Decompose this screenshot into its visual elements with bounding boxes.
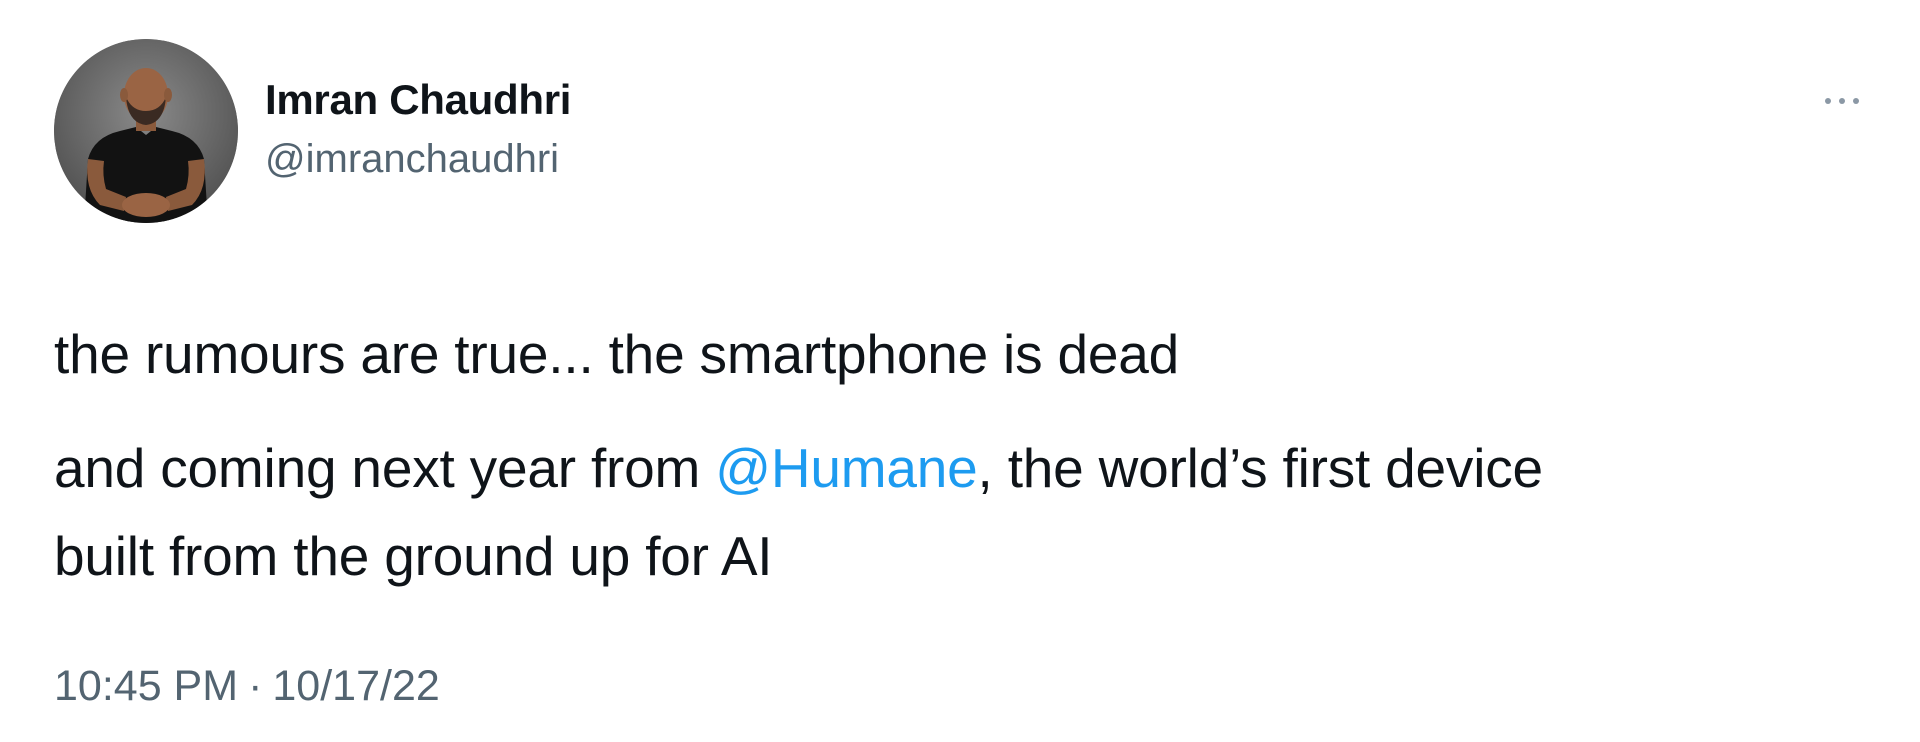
tweet-card: Imran Chaudhri @imranchaudhri the rumour… <box>0 0 1920 742</box>
tweet-time: 10:45 PM <box>54 662 239 710</box>
mention-link[interactable]: @Humane <box>715 437 978 499</box>
avatar-photo-icon <box>54 39 238 223</box>
author-name[interactable]: Imran Chaudhri <box>265 76 571 124</box>
tweet-text-segment: and coming next year from <box>54 437 716 499</box>
tweet-date: 10/17/22 <box>272 662 440 710</box>
tweet-line-3: built from the ground up for AI <box>54 525 773 587</box>
more-options-button[interactable] <box>1818 84 1866 118</box>
tweet-text: the rumours are true... the smartphone i… <box>54 310 1884 600</box>
tweet-timestamp[interactable]: 10:45 PM · 10/17/22 <box>54 660 440 712</box>
author-avatar[interactable] <box>54 39 238 223</box>
tweet-line-2: and coming next year from @Humane, the w… <box>54 424 1884 512</box>
tweet-line-1: the rumours are true... the smartphone i… <box>54 323 1180 385</box>
author-handle[interactable]: @imranchaudhri <box>265 135 559 183</box>
tweet-text-segment: , the world’s first device <box>977 437 1544 499</box>
timestamp-separator: · <box>248 662 263 710</box>
ellipsis-icon <box>1825 98 1859 104</box>
